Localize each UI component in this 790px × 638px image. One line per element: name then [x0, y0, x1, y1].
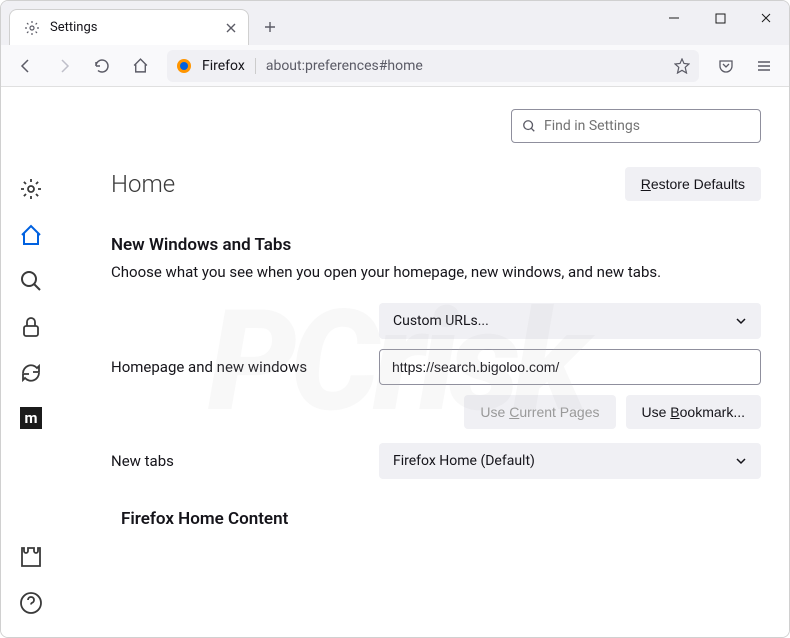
url-identity: Firefox — [202, 58, 256, 74]
sidebar-sync-icon[interactable] — [19, 361, 43, 385]
settings-sidebar: m — [1, 87, 61, 637]
sidebar-privacy-icon[interactable] — [19, 315, 43, 339]
chevron-down-icon — [735, 455, 747, 467]
toolbar: Firefox about:preferences#home — [1, 45, 789, 87]
minimize-button[interactable] — [651, 1, 697, 35]
restore-defaults-button[interactable]: Restore Defaults — [625, 167, 761, 201]
window-controls — [651, 1, 789, 45]
sidebar-search-icon[interactable] — [19, 269, 43, 293]
menu-button[interactable] — [747, 49, 781, 83]
find-placeholder: Find in Settings — [544, 118, 640, 134]
sidebar-home-icon[interactable] — [19, 223, 43, 247]
sidebar-more-mozilla-icon[interactable]: m — [20, 407, 42, 429]
homepage-mode-value: Custom URLs... — [393, 313, 489, 329]
homepage-url-input[interactable] — [379, 349, 761, 385]
firefox-icon — [176, 58, 192, 74]
page-title: Home — [111, 170, 175, 198]
tab-bar: Settings — [1, 1, 789, 45]
reload-button[interactable] — [85, 49, 119, 83]
bookmark-star-icon[interactable] — [674, 58, 690, 74]
chevron-down-icon — [735, 315, 747, 327]
newtabs-value: Firefox Home (Default) — [393, 453, 535, 469]
sidebar-extensions-icon[interactable] — [19, 545, 43, 569]
gear-icon — [24, 20, 40, 36]
use-current-pages-button: Use Current Pages — [464, 395, 615, 429]
newtabs-label: New tabs — [111, 452, 361, 470]
section-title-new-windows: New Windows and Tabs — [111, 235, 761, 255]
home-button[interactable] — [123, 49, 157, 83]
sidebar-help-icon[interactable] — [19, 591, 43, 615]
section-description: Choose what you see when you open your h… — [111, 263, 761, 281]
use-bookmark-button[interactable]: Use Bookmark... — [626, 395, 762, 429]
close-window-button[interactable] — [743, 1, 789, 35]
pocket-button[interactable] — [709, 49, 743, 83]
url-text: about:preferences#home — [266, 58, 664, 74]
find-in-settings-input[interactable]: Find in Settings — [511, 109, 761, 143]
maximize-button[interactable] — [697, 1, 743, 35]
tab-settings[interactable]: Settings — [9, 9, 249, 45]
tab-label: Settings — [50, 20, 214, 35]
sidebar-general-icon[interactable] — [19, 177, 43, 201]
homepage-label: Homepage and new windows — [111, 358, 361, 376]
close-icon[interactable] — [224, 21, 238, 35]
forward-button — [47, 49, 81, 83]
settings-main: Find in Settings Home Restore Defaults N… — [61, 87, 789, 637]
back-button[interactable] — [9, 49, 43, 83]
homepage-mode-select[interactable]: Custom URLs... — [379, 303, 761, 339]
newtabs-select[interactable]: Firefox Home (Default) — [379, 443, 761, 479]
url-bar[interactable]: Firefox about:preferences#home — [167, 50, 699, 82]
section-title-home-content: Firefox Home Content — [121, 509, 761, 529]
new-tab-button[interactable] — [255, 12, 285, 42]
